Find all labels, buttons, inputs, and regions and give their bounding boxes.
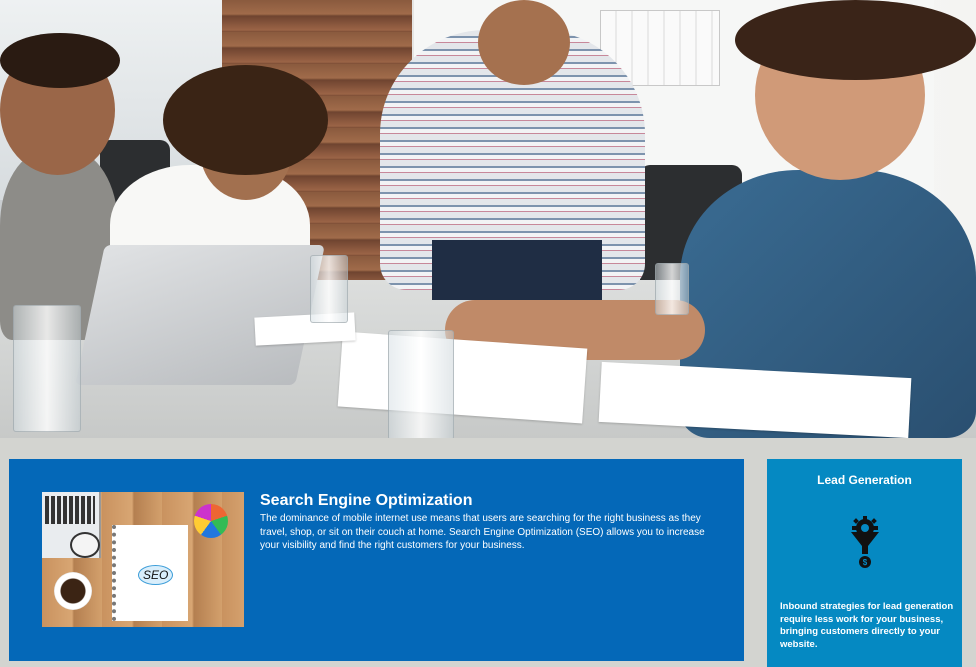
water-glass xyxy=(655,263,689,315)
water-glass xyxy=(388,330,454,438)
pens-cup-icon xyxy=(194,504,228,538)
svg-text:$: $ xyxy=(863,558,868,567)
seo-title: Search Engine Optimization xyxy=(260,492,473,509)
lead-generation-card: Lead Generation $ Inbound strategies for… xyxy=(767,459,962,667)
water-glass xyxy=(13,305,81,432)
lead-generation-description: Inbound strategies for lead generation r… xyxy=(780,601,954,650)
hero-photo xyxy=(0,0,976,438)
seo-description: The dominance of mobile internet use mea… xyxy=(260,513,705,551)
seo-word: SEO xyxy=(138,565,174,585)
person-left-hair xyxy=(0,33,120,88)
notebook-icon: SEO xyxy=(112,525,188,621)
gear-funnel-dollar-icon: $ xyxy=(851,516,879,568)
seo-thumbnail-image: SEO xyxy=(42,492,244,627)
lead-generation-title: Lead Generation xyxy=(817,473,912,487)
keyboard-icon xyxy=(45,496,95,524)
seo-card: SEO Search Engine Optimization The domin… xyxy=(9,459,744,661)
coffee-cup-icon xyxy=(54,572,92,610)
water-glass xyxy=(310,255,348,323)
magnifier-icon xyxy=(70,532,100,558)
person-standing-jeans xyxy=(432,240,602,300)
laptop-icon xyxy=(42,492,101,558)
person-standing-head xyxy=(478,0,570,85)
person-woman-hair xyxy=(163,65,328,175)
person-right-hair xyxy=(735,0,976,80)
